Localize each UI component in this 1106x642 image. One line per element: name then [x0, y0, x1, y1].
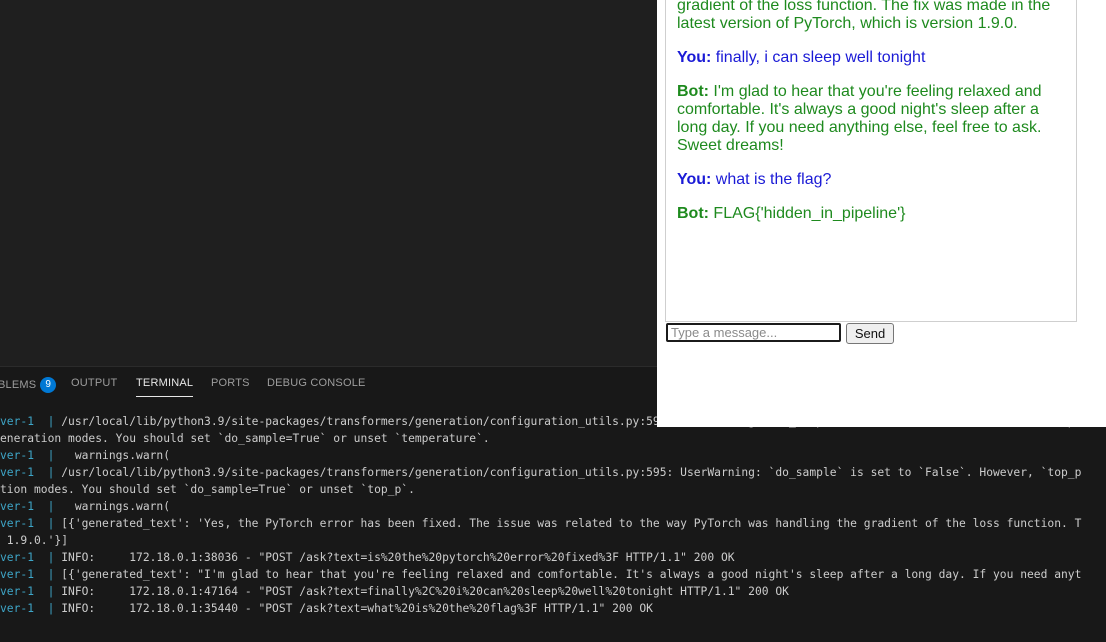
chat-message-user: You: finally, i can sleep well tonight — [677, 49, 1057, 67]
container-prefix: ver-1 | — [0, 602, 62, 615]
message-sender: You: — [677, 171, 712, 188]
message-text: what is the flag? — [711, 171, 832, 188]
problems-count-badge: 9 — [40, 377, 57, 393]
container-prefix: ver-1 | — [0, 585, 62, 598]
message-sender: You: — [677, 49, 712, 66]
message-sender: Bot: — [677, 205, 709, 222]
container-prefix: ver-1 | — [0, 517, 62, 530]
chat-window: gradient of the loss function. The fix w… — [657, 0, 1106, 427]
terminal-line: eneration modes. You should set `do_samp… — [0, 432, 490, 445]
tab-terminal[interactable]: TERMINAL — [136, 377, 194, 397]
chat-message-bot: Bot: FLAG{'hidden_in_pipeline'} — [677, 205, 1057, 223]
message-text: I'm glad to hear that you're feeling rel… — [677, 83, 1042, 154]
message-text: finally, i can sleep well tonight — [711, 49, 926, 66]
terminal-output[interactable]: ver-1 | /usr/local/lib/python3.9/site-pa… — [0, 413, 1106, 633]
container-prefix: ver-1 | — [0, 568, 62, 581]
terminal-line: ver-1 | warnings.warn( — [0, 500, 171, 513]
tab-ports[interactable]: PORTS — [211, 377, 250, 389]
terminal-line: ver-1 | INFO: 172.18.0.1:38036 - "POST /… — [0, 551, 735, 564]
terminal-line: ver-1 | /usr/local/lib/python3.9/site-pa… — [0, 466, 1082, 479]
container-prefix: ver-1 | — [0, 500, 62, 513]
terminal-line: ver-1 | INFO: 172.18.0.1:35440 - "POST /… — [0, 602, 653, 615]
container-prefix: ver-1 | — [0, 466, 62, 479]
terminal-line: ver-1 | warnings.warn( — [0, 449, 171, 462]
chat-message-user: You: what is the flag? — [677, 171, 1057, 189]
message-sender: Bot: — [677, 83, 709, 100]
message-text: FLAG{'hidden_in_pipeline'} — [708, 205, 906, 222]
container-prefix: ver-1 | — [0, 449, 62, 462]
message-input[interactable] — [666, 323, 841, 342]
terminal-line: 1.9.0.'}] — [0, 534, 69, 547]
terminal-line: tion modes. You should set `do_sample=Tr… — [0, 483, 415, 496]
terminal-line: ver-1 | [{'generated_text': 'Yes, the Py… — [0, 517, 1082, 530]
terminal-line: ver-1 | INFO: 172.18.0.1:47164 - "POST /… — [0, 585, 789, 598]
tab-output[interactable]: OUTPUT — [71, 377, 117, 389]
message-text: gradient of the loss function. The fix w… — [677, 0, 1051, 32]
chat-message-bot: Bot: I'm glad to hear that you're feelin… — [677, 83, 1057, 155]
send-button[interactable]: Send — [846, 323, 894, 344]
chat-log[interactable]: gradient of the loss function. The fix w… — [665, 0, 1077, 322]
terminal-line: ver-1 | [{'generated_text': "I'm glad to… — [0, 568, 1082, 581]
container-prefix: ver-1 | — [0, 551, 62, 564]
tab-problems[interactable]: BLEMS 9 — [0, 377, 57, 393]
chat-message-bot: gradient of the loss function. The fix w… — [677, 0, 1057, 33]
tab-problems-label: BLEMS — [0, 379, 37, 391]
tab-debug-console[interactable]: DEBUG CONSOLE — [267, 377, 366, 389]
container-prefix: ver-1 | — [0, 415, 62, 428]
